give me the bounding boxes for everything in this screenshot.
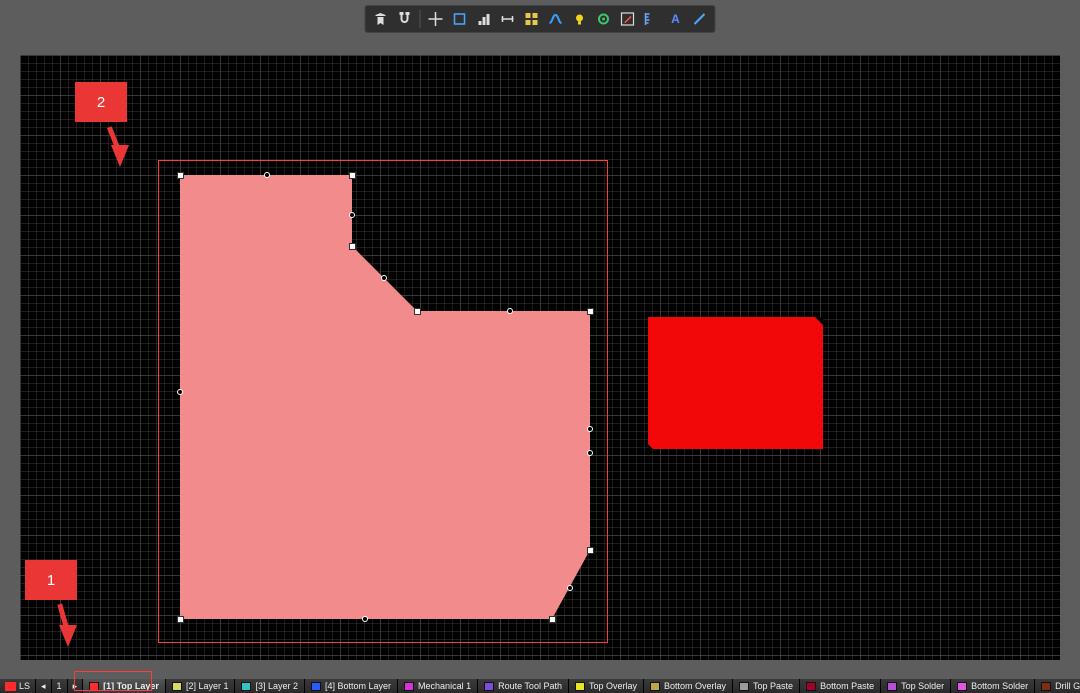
layer-tab[interactable]: Top Overlay (569, 679, 644, 693)
layer-tab[interactable]: Top Paste (733, 679, 800, 693)
swatch-icon (887, 682, 897, 691)
swatch-icon (89, 682, 99, 691)
edge-mid-handle[interactable] (587, 426, 593, 432)
swatch-icon (404, 682, 414, 691)
vertex-handle[interactable] (549, 616, 556, 623)
swatch-icon (739, 682, 749, 691)
layer-tabs-container: [1] Top Layer [2] Layer 1 [3] Layer 2 [4] B… (83, 679, 1080, 693)
swatch-icon (5, 682, 16, 691)
layer-tab[interactable]: Bottom Overlay (644, 679, 733, 693)
layer-tab[interactable]: Bottom Paste (800, 679, 881, 693)
dimension-tool-icon[interactable] (497, 8, 519, 30)
layer-nav-next[interactable]: ▸ (68, 679, 84, 693)
edge-mid-handle[interactable] (177, 389, 183, 395)
layer-tab[interactable]: Bottom Solder (951, 679, 1035, 693)
swatch-icon (484, 682, 494, 691)
layer-tab-label: [1] Top Layer (103, 681, 159, 691)
swatch-icon (806, 682, 816, 691)
callout-label: 1 (47, 572, 55, 589)
layer-tab-label: [4] Bottom Layer (325, 681, 391, 691)
layer-tab-label: [3] Layer 2 (255, 681, 298, 691)
filter-tool-icon[interactable] (370, 8, 392, 30)
vertex-handle[interactable] (349, 172, 356, 179)
layer-tab-label: Bottom Overlay (664, 681, 726, 691)
align-tool-icon[interactable] (473, 8, 495, 30)
swatch-icon (1041, 682, 1051, 691)
layer-tab-label: Top Paste (753, 681, 793, 691)
svg-text:A: A (671, 12, 680, 26)
layer-tabs-bar: LS ◂ 1 ▸ [1] Top Layer [2] Layer 1 [3] Lay… (0, 679, 1080, 693)
swatch-icon (172, 682, 182, 691)
vertex-handle[interactable] (177, 172, 184, 179)
edge-mid-handle[interactable] (349, 212, 355, 218)
edit-tool-icon[interactable] (617, 8, 639, 30)
edge-mid-handle[interactable] (381, 275, 387, 281)
vertex-handle[interactable] (587, 547, 594, 554)
edge-mid-handle[interactable] (587, 450, 593, 456)
via-tool-icon[interactable] (593, 8, 615, 30)
line-tool-icon[interactable] (689, 8, 711, 30)
measure-tool-icon[interactable] (641, 8, 663, 30)
light-tool-icon[interactable] (569, 8, 591, 30)
arrow-icon (111, 145, 129, 167)
vertex-handle[interactable] (587, 308, 594, 315)
route-tool-icon[interactable] (545, 8, 567, 30)
layer-tab-label: Drill Guide (1055, 681, 1080, 691)
layer-tab-label: Mechanical 1 (418, 681, 471, 691)
layer-tab[interactable]: Drill Guide (1035, 679, 1080, 693)
top-toolbar: A (365, 5, 716, 33)
toolbar-separator (420, 10, 421, 28)
layer-tab[interactable]: [3] Layer 2 (235, 679, 305, 693)
swatch-icon (575, 682, 585, 691)
swatch-icon (957, 682, 967, 691)
annotation-callout-1: 1 (25, 560, 77, 600)
edge-mid-handle[interactable] (507, 308, 513, 314)
arrow-icon (59, 625, 77, 647)
layer-tab-label: Top Solder (901, 681, 944, 691)
edge-mid-handle[interactable] (264, 172, 270, 178)
vertex-handle[interactable] (349, 243, 356, 250)
layer-tab-label: [2] Layer 1 (186, 681, 229, 691)
edge-mid-handle[interactable] (567, 585, 573, 591)
layer-set-indicator[interactable]: LS (0, 679, 36, 693)
annotation-callout-2: 2 (75, 82, 127, 122)
ls-label: LS (19, 681, 30, 691)
layer-tab[interactable]: Route Tool Path (478, 679, 569, 693)
text-tool-icon[interactable]: A (665, 8, 687, 30)
layer-tab[interactable]: [2] Layer 1 (166, 679, 236, 693)
grid-tool-icon[interactable] (521, 8, 543, 30)
callout-label: 2 (97, 94, 105, 111)
layer-tab[interactable]: Mechanical 1 (398, 679, 478, 693)
layer-tab-label: Route Tool Path (498, 681, 562, 691)
region-tool-icon[interactable] (449, 8, 471, 30)
crosshair-tool-icon[interactable] (425, 8, 447, 30)
snap-tool-icon[interactable] (394, 8, 416, 30)
layer-tab-label: Bottom Paste (820, 681, 874, 691)
vertex-handle[interactable] (414, 308, 421, 315)
polygon-fill-shape[interactable] (20, 55, 1060, 660)
swatch-icon (241, 682, 251, 691)
edge-mid-handle[interactable] (362, 616, 368, 622)
copper-region-shape[interactable] (648, 317, 823, 449)
layer-tab-label: Top Overlay (589, 681, 637, 691)
swatch-icon (311, 682, 321, 691)
layer-tab[interactable]: [1] Top Layer (83, 679, 166, 693)
layer-nav-prev[interactable]: ◂ (36, 679, 52, 693)
layer-tab-label: Bottom Solder (971, 681, 1028, 691)
swatch-icon (650, 682, 660, 691)
pcb-canvas[interactable] (20, 55, 1060, 660)
layer-tab[interactable]: [4] Bottom Layer (305, 679, 398, 693)
layer-page-number[interactable]: 1 (52, 679, 68, 693)
layer-tab[interactable]: Top Solder (881, 679, 951, 693)
vertex-handle[interactable] (177, 616, 184, 623)
